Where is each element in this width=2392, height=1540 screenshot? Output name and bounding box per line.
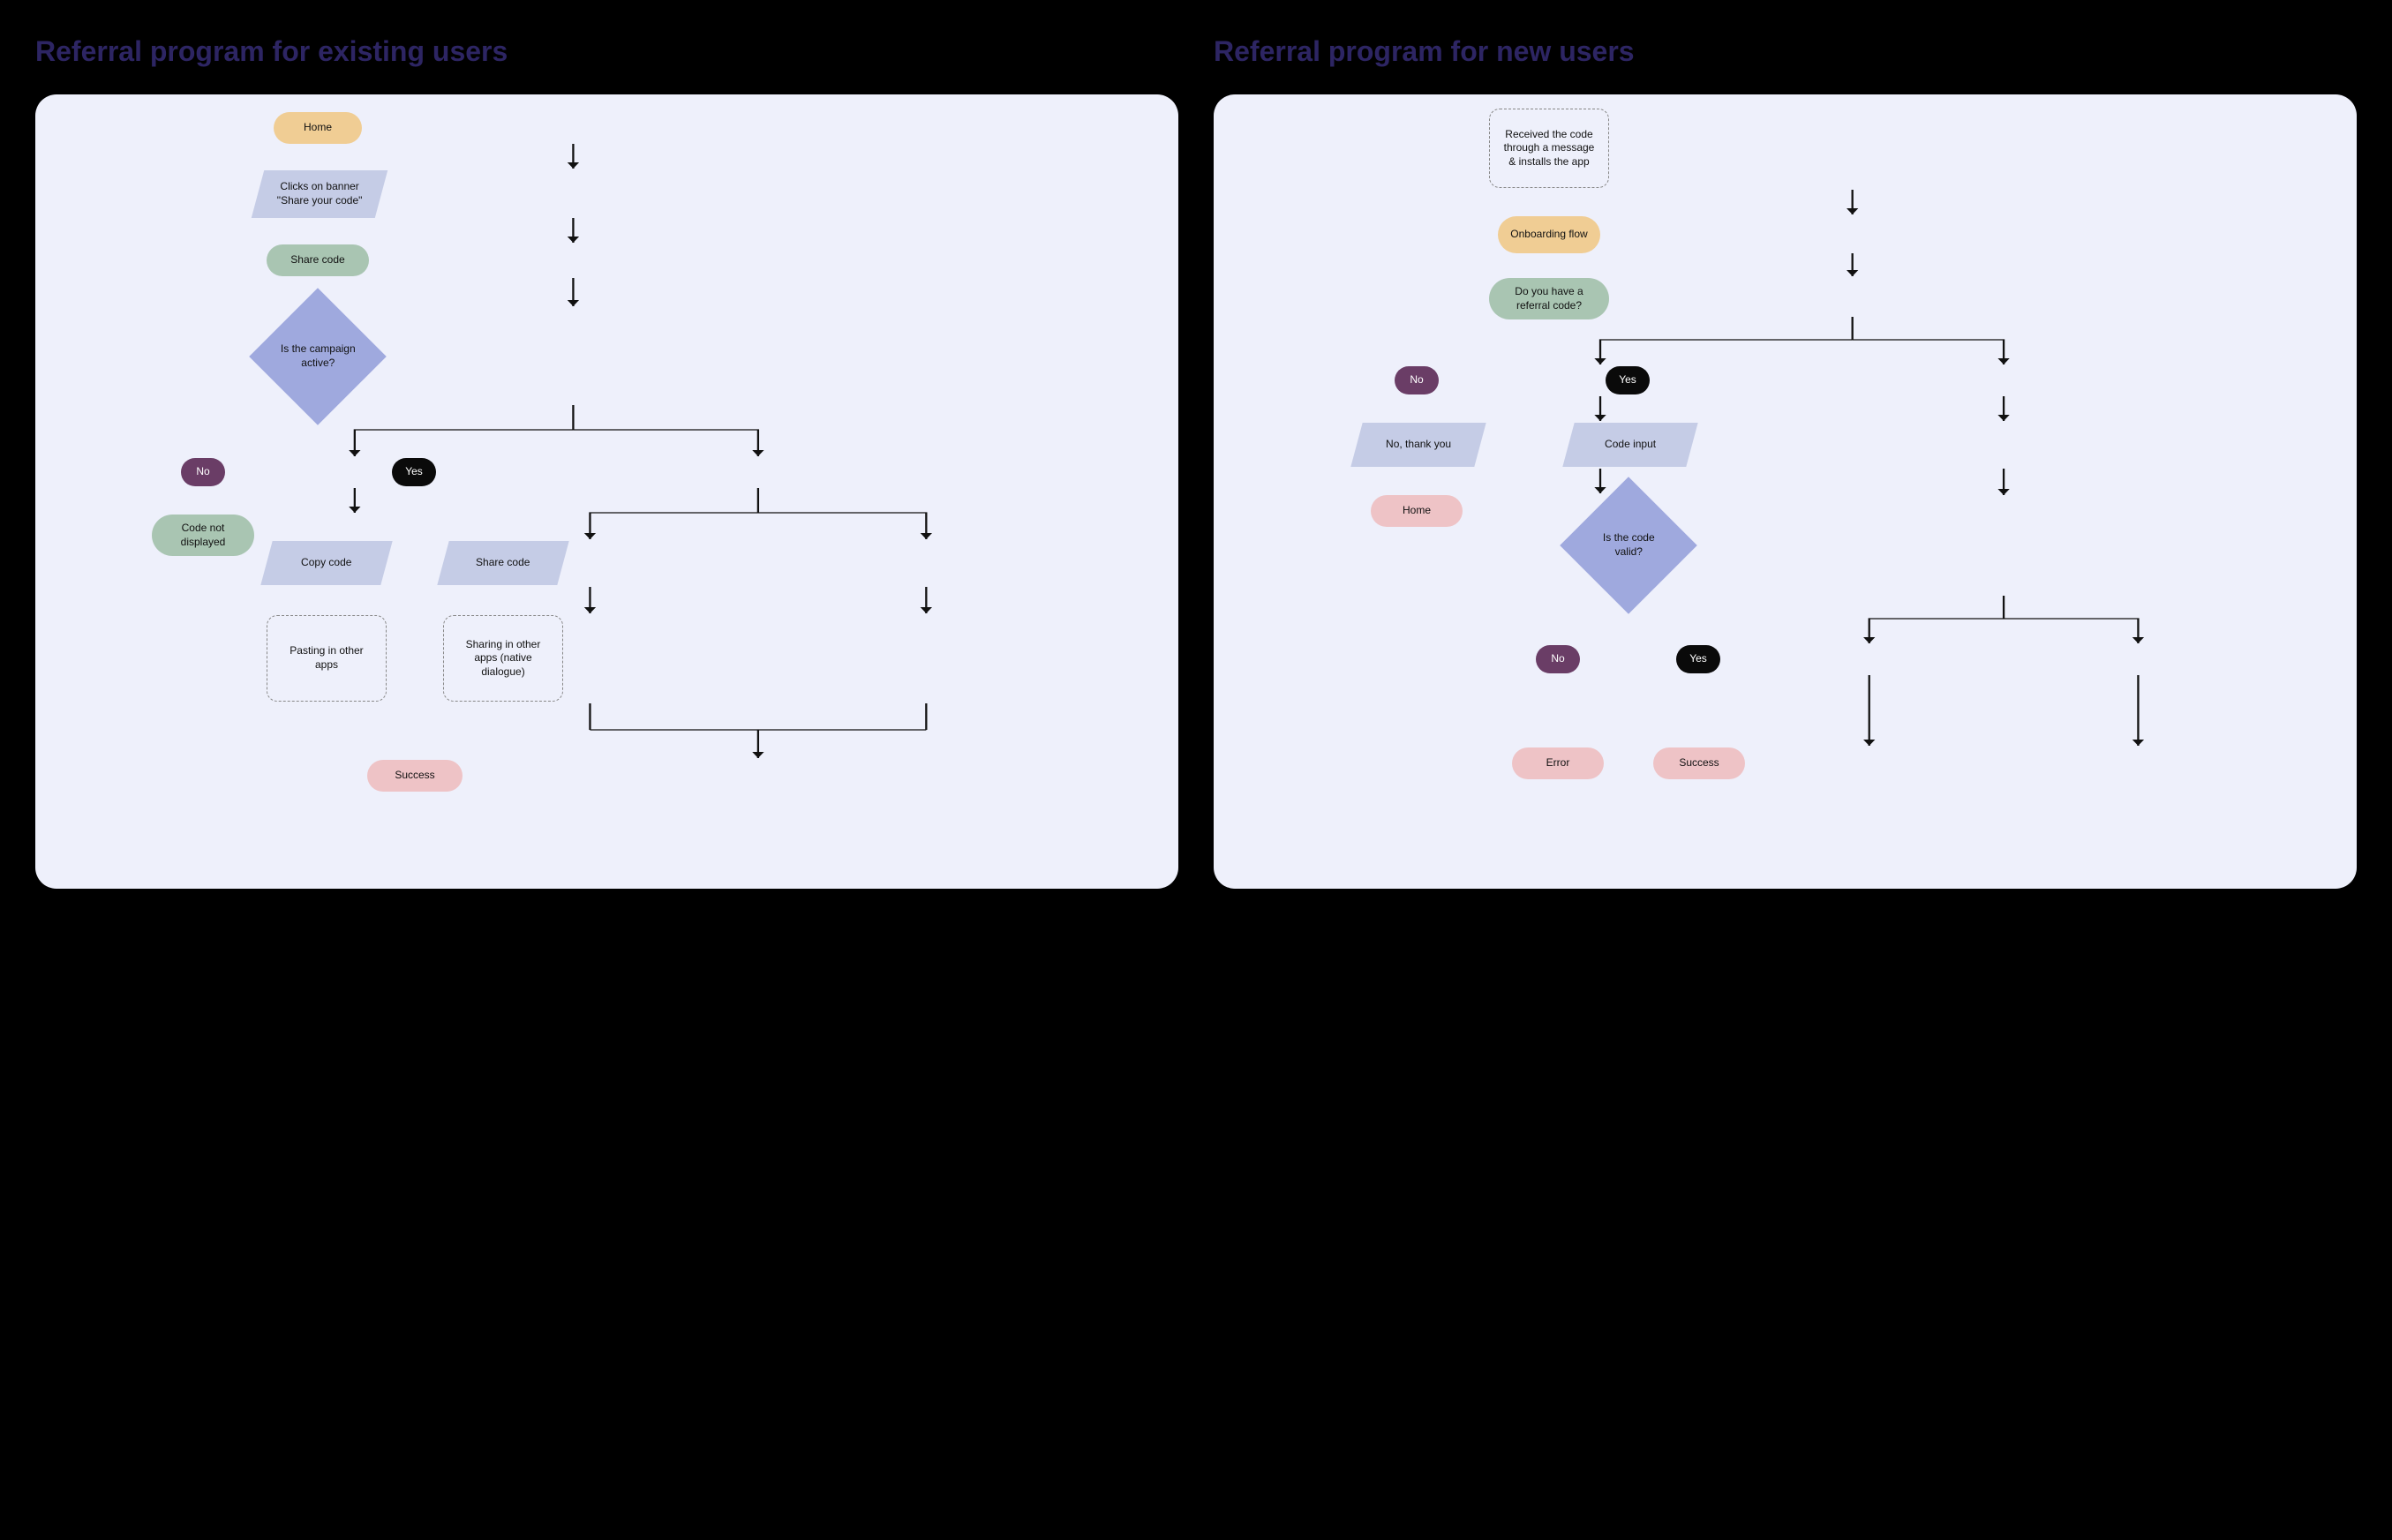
flow-title-existing: Referral program for existing users <box>35 35 1178 68</box>
node-yes2-pill: Yes <box>1676 645 1720 673</box>
node-yes-pill-new: Yes <box>1606 366 1650 394</box>
node-success: Success <box>367 760 463 792</box>
node-share-code-2: Share code <box>437 541 568 585</box>
node-have-code-q: Do you have a referral code? <box>1489 278 1609 319</box>
node-success-new: Success <box>1653 747 1745 779</box>
canvas-new: Received the code through a message & in… <box>1214 94 2357 889</box>
flow-title-new: Referral program for new users <box>1214 35 2357 68</box>
node-home-terminal: Home <box>1371 495 1463 527</box>
node-pasting: Pasting in other apps <box>267 615 387 702</box>
node-campaign-decision: Is the campaign active? <box>249 288 387 425</box>
node-yes-pill: Yes <box>392 458 436 486</box>
node-received: Received the code through a message & in… <box>1489 109 1609 188</box>
canvas-existing: Home Clicks on banner "Share your code" … <box>35 94 1178 889</box>
node-copy-code: Copy code <box>260 541 392 585</box>
node-no2-pill: No <box>1536 645 1580 673</box>
node-not-displayed: Code not displayed <box>152 515 254 556</box>
node-share-code: Share code <box>267 244 369 276</box>
node-onboarding: Onboarding flow <box>1498 216 1600 253</box>
node-valid-decision: Is the code valid? <box>1560 477 1697 614</box>
node-error: Error <box>1512 747 1604 779</box>
node-click-banner: Clicks on banner "Share your code" <box>252 170 387 218</box>
node-no-pill: No <box>181 458 225 486</box>
node-sharing: Sharing in other apps (native dialogue) <box>443 615 563 702</box>
new-users-flow: Referral program for new users Received … <box>1214 35 2357 889</box>
node-code-input: Code input <box>1562 423 1697 467</box>
node-home: Home <box>274 112 362 144</box>
node-no-thanks: No, thank you <box>1350 423 1486 467</box>
existing-users-flow: Referral program for existing users <box>35 35 1178 889</box>
node-no-pill-new: No <box>1395 366 1439 394</box>
